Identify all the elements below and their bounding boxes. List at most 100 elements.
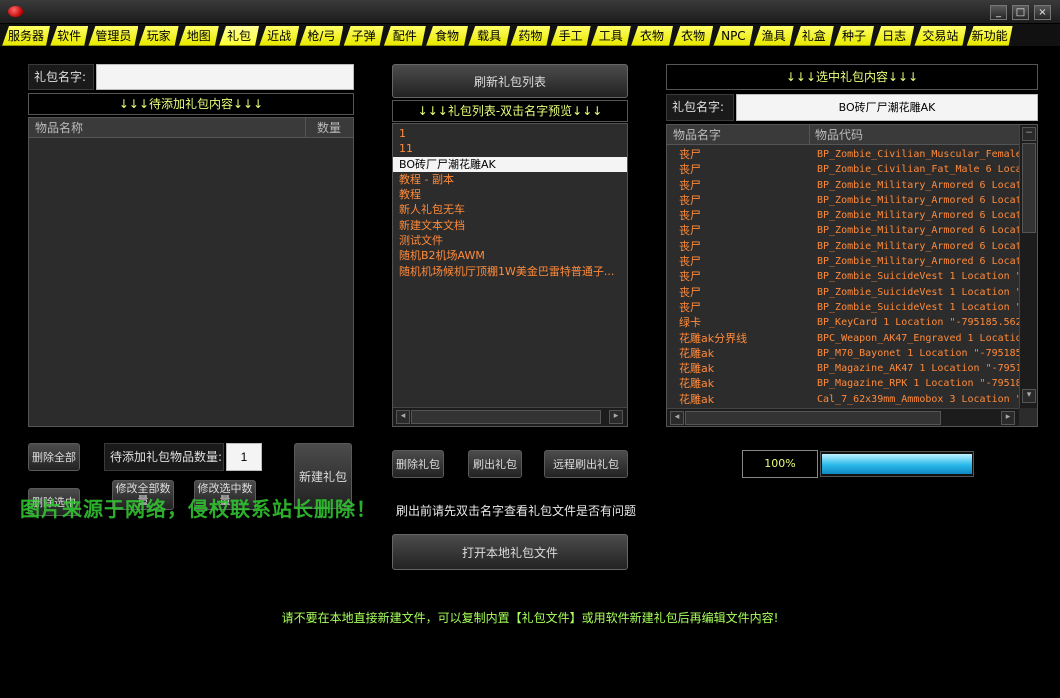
minimize-button[interactable]: _ bbox=[990, 5, 1007, 20]
open-local-gift-file-button[interactable]: 打开本地礼包文件 bbox=[392, 534, 628, 570]
tab-23[interactable]: 新功能 bbox=[967, 26, 1013, 46]
pending-list-header: 物品名称 数量 bbox=[29, 118, 353, 138]
contents-row[interactable]: 丧尸 BP_Zombie_Military_Armored 6 Locati bbox=[667, 223, 1019, 238]
gift-list-header: ↓↓↓礼包列表-双击名字预览↓↓↓ bbox=[392, 100, 628, 122]
pending-items-list[interactable]: 物品名称 数量 bbox=[28, 117, 354, 427]
gift-name-input[interactable] bbox=[96, 64, 354, 90]
tab-12[interactable]: 药物 bbox=[510, 26, 550, 46]
contents-row[interactable]: 丧尸 BP_Zombie_Military_Armored 6 Locati bbox=[667, 178, 1019, 193]
tab-21[interactable]: 日志 bbox=[874, 26, 914, 46]
contents-row[interactable]: 丧尸 BP_Zombie_Military_Armored 6 Locati bbox=[667, 254, 1019, 269]
selected-contents-table[interactable]: 物品名字 物品代码 丧尸 BP_Zombie_Civilian_Muscular_… bbox=[666, 124, 1038, 427]
delete-all-button[interactable]: 删除全部 bbox=[28, 443, 80, 471]
tab-2[interactable]: 管理员 bbox=[88, 26, 138, 46]
gift-list-item[interactable]: 教程 - 副本 bbox=[393, 172, 627, 187]
contents-row[interactable]: 丧尸 BP_Zombie_SuicideVest 1 Location "- bbox=[667, 285, 1019, 300]
contents-row[interactable]: 丧尸 BP_Zombie_Civilian_Muscular_Female 6 bbox=[667, 147, 1019, 162]
tab-9[interactable]: 配件 bbox=[384, 26, 426, 46]
contents-row[interactable]: 花雕ak BP_M70_Bayonet 1 Location "-795185.5 bbox=[667, 346, 1019, 361]
tab-8[interactable]: 子弹 bbox=[344, 26, 384, 46]
tab-17[interactable]: NPC bbox=[713, 26, 753, 46]
scroll-down-icon[interactable]: ▾ bbox=[1022, 389, 1036, 403]
item-code: BP_KeyCard 1 Location "-795185.562 - bbox=[817, 317, 1019, 329]
pending-qty-input[interactable] bbox=[226, 443, 262, 471]
tab-15[interactable]: 衣物 bbox=[631, 26, 673, 46]
gift-list-h-scrollbar[interactable]: ◂ ▸ bbox=[393, 407, 627, 426]
scroll-thumb[interactable] bbox=[1022, 143, 1036, 233]
item-code: Cal_7_62x39mm_Ammobox 3 Location "-7 bbox=[817, 393, 1019, 405]
contents-row[interactable]: 花雕ak BP_Magazine_RPK 1 Location "-795185 bbox=[667, 376, 1019, 391]
contents-row[interactable]: 丧尸 BP_Zombie_Military_Armored 6 Locati bbox=[667, 239, 1019, 254]
scroll-right-icon[interactable]: ▸ bbox=[1001, 411, 1015, 425]
tab-0[interactable]: 服务器 bbox=[2, 26, 50, 46]
tab-1[interactable]: 软件 bbox=[50, 26, 88, 46]
gift-list-item[interactable]: 随机B2机场AWM bbox=[393, 248, 627, 263]
item-name: 丧尸 bbox=[679, 285, 701, 299]
remote-spawn-gift-button[interactable]: 远程刷出礼包 bbox=[544, 450, 628, 478]
scroll-left-icon[interactable]: ◂ bbox=[670, 411, 684, 425]
contents-row[interactable]: 花雕ak Cal_7_62x39mm_Ammobox 3 Location "-7 bbox=[667, 392, 1019, 407]
contents-h-scrollbar[interactable]: ◂ ▸ bbox=[667, 408, 1019, 426]
gift-list-item[interactable]: 教程 bbox=[393, 187, 627, 202]
item-code: BP_Zombie_Military_Armored 6 Locati bbox=[817, 194, 1019, 206]
col-item-name[interactable]: 物品名称 bbox=[35, 118, 83, 138]
item-name: 丧尸 bbox=[679, 148, 701, 161]
tab-10[interactable]: 食物 bbox=[426, 26, 468, 46]
refresh-gift-list-button[interactable]: 刷新礼包列表 bbox=[392, 64, 628, 98]
contents-row[interactable]: 丧尸 BP_Zombie_Military_Armored 6 Locati bbox=[667, 208, 1019, 223]
gift-list-item[interactable]: 新人礼包无车 bbox=[393, 202, 627, 217]
item-name: 丧尸 bbox=[679, 239, 701, 253]
contents-row[interactable]: 丧尸 BP_Zombie_SuicideVest 1 Location "- bbox=[667, 300, 1019, 315]
item-code: BP_Zombie_Military_Armored 6 Locati bbox=[817, 240, 1019, 252]
item-name: 丧尸 bbox=[679, 163, 701, 177]
tab-11[interactable]: 载具 bbox=[468, 26, 510, 46]
item-code: BP_Zombie_SuicideVest 1 Location "- bbox=[817, 271, 1019, 283]
gift-list[interactable]: 1 11 BO砖厂尸潮花雕AK 教程 - 副本 教程 新人礼包无车 新建文本文档 测试文件 随机… bbox=[392, 123, 628, 427]
gift-list-item[interactable]: 随机机场候机厅顶棚1W美金巴雷特普通子... bbox=[393, 264, 627, 279]
contents-row[interactable]: 丧尸 BP_Zombie_SuicideVest 1 Location "- bbox=[667, 269, 1019, 284]
col-item-code[interactable]: 物品代码 bbox=[815, 125, 863, 145]
tab-5[interactable]: 礼包 bbox=[219, 26, 259, 46]
maximize-button[interactable]: □ bbox=[1012, 5, 1029, 20]
pending-contents-header: ↓↓↓待添加礼包内容↓↓↓ bbox=[28, 93, 354, 115]
spawn-gift-button[interactable]: 刷出礼包 bbox=[468, 450, 522, 478]
contents-row[interactable]: 绿卡 BP_KeyCard 1 Location "-795185.562 - bbox=[667, 315, 1019, 330]
item-name: 丧尸 bbox=[679, 255, 701, 269]
contents-row[interactable]: 丧尸 BP_Zombie_Civilian_Fat_Male 6 Locat bbox=[667, 162, 1019, 177]
scroll-thumb[interactable] bbox=[411, 410, 601, 424]
item-code: BP_Zombie_Civilian_Fat_Male 6 Locat bbox=[817, 164, 1019, 176]
delete-gift-button[interactable]: 删除礼包 bbox=[392, 450, 444, 478]
contents-row[interactable]: 花雕ak分界线 BPC_Weapon_AK47_Engraved 1 Locati… bbox=[667, 331, 1019, 346]
tab-13[interactable]: 手工 bbox=[551, 26, 591, 46]
tab-18[interactable]: 渔具 bbox=[754, 26, 794, 46]
gift-list-item[interactable]: BO砖厂尸潮花雕AK bbox=[393, 156, 627, 172]
tab-14[interactable]: 工具 bbox=[591, 26, 631, 46]
scroll-thumb[interactable] bbox=[685, 411, 941, 425]
tab-6[interactable]: 近战 bbox=[259, 26, 299, 46]
contents-row[interactable]: 花雕ak BP_Magazine_AK47 1 Location "-795185 bbox=[667, 361, 1019, 376]
tab-16[interactable]: 衣物 bbox=[673, 26, 713, 46]
contents-row[interactable]: 丧尸 BP_Zombie_Military_Armored 6 Locati bbox=[667, 193, 1019, 208]
gift-list-item[interactable]: 新建文本文档 bbox=[393, 218, 627, 233]
scroll-left-icon[interactable]: ◂ bbox=[396, 410, 410, 424]
col-item-name[interactable]: 物品名字 bbox=[673, 125, 721, 145]
tab-7[interactable]: 枪/弓 bbox=[299, 26, 343, 46]
selected-gift-name-field[interactable]: BO砖厂尸潮花雕AK bbox=[736, 94, 1038, 121]
spawn-warning-note: 刷出前请先双击名字查看礼包文件是否有问题 bbox=[396, 504, 637, 518]
item-code: BPC_Weapon_AK47_Engraved 1 Location bbox=[817, 332, 1019, 344]
gift-list-item[interactable]: 1 bbox=[393, 126, 627, 141]
scroll-up-icon[interactable]: − bbox=[1022, 127, 1036, 141]
column-divider bbox=[809, 125, 810, 145]
tab-22[interactable]: 交易站 bbox=[914, 26, 966, 46]
tab-20[interactable]: 种子 bbox=[834, 26, 874, 46]
item-code: BP_Zombie_Civilian_Muscular_Female 6 bbox=[817, 149, 1019, 160]
col-quantity[interactable]: 数量 bbox=[317, 118, 341, 138]
tab-3[interactable]: 玩家 bbox=[139, 26, 179, 46]
gift-list-item[interactable]: 11 bbox=[393, 141, 627, 156]
contents-v-scrollbar[interactable]: − ▾ bbox=[1019, 125, 1037, 408]
close-button[interactable]: × bbox=[1034, 5, 1051, 20]
gift-list-item[interactable]: 测试文件 bbox=[393, 233, 627, 248]
tab-19[interactable]: 礼盒 bbox=[794, 26, 834, 46]
scroll-right-icon[interactable]: ▸ bbox=[609, 410, 623, 424]
tab-4[interactable]: 地图 bbox=[179, 26, 219, 46]
